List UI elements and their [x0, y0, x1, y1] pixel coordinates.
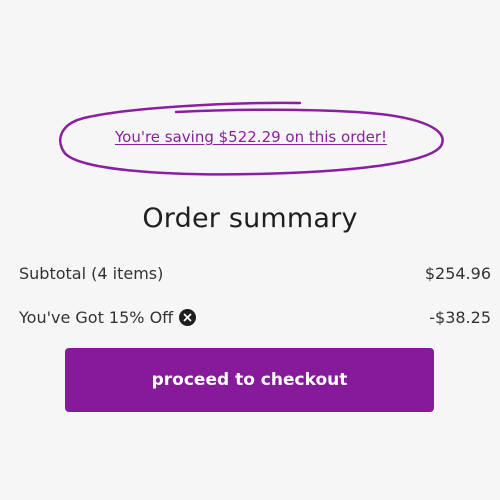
subtotal-value: $254.96	[424, 264, 491, 283]
order-summary-title: Order summary	[142, 203, 358, 234]
remove-discount-icon[interactable]	[179, 309, 197, 326]
proceed-to-checkout-button[interactable]: proceed to checkout	[65, 348, 434, 412]
savings-link[interactable]: You're saving $522.29 on this order!	[56, 128, 446, 146]
subtotal-label: Subtotal (4 items)	[19, 264, 164, 283]
discount-value: -$38.25	[429, 308, 491, 327]
discount-row: You've Got 15% Off -$38.25	[19, 308, 491, 327]
savings-banner: You're saving $522.29 on this order!	[56, 100, 446, 178]
discount-label: You've Got 15% Off	[19, 308, 174, 327]
discount-label-group: You've Got 15% Off	[19, 308, 197, 327]
order-summary-page: You're saving $522.29 on this order! Ord…	[0, 0, 500, 500]
subtotal-row: Subtotal (4 items) $254.96	[19, 264, 491, 283]
